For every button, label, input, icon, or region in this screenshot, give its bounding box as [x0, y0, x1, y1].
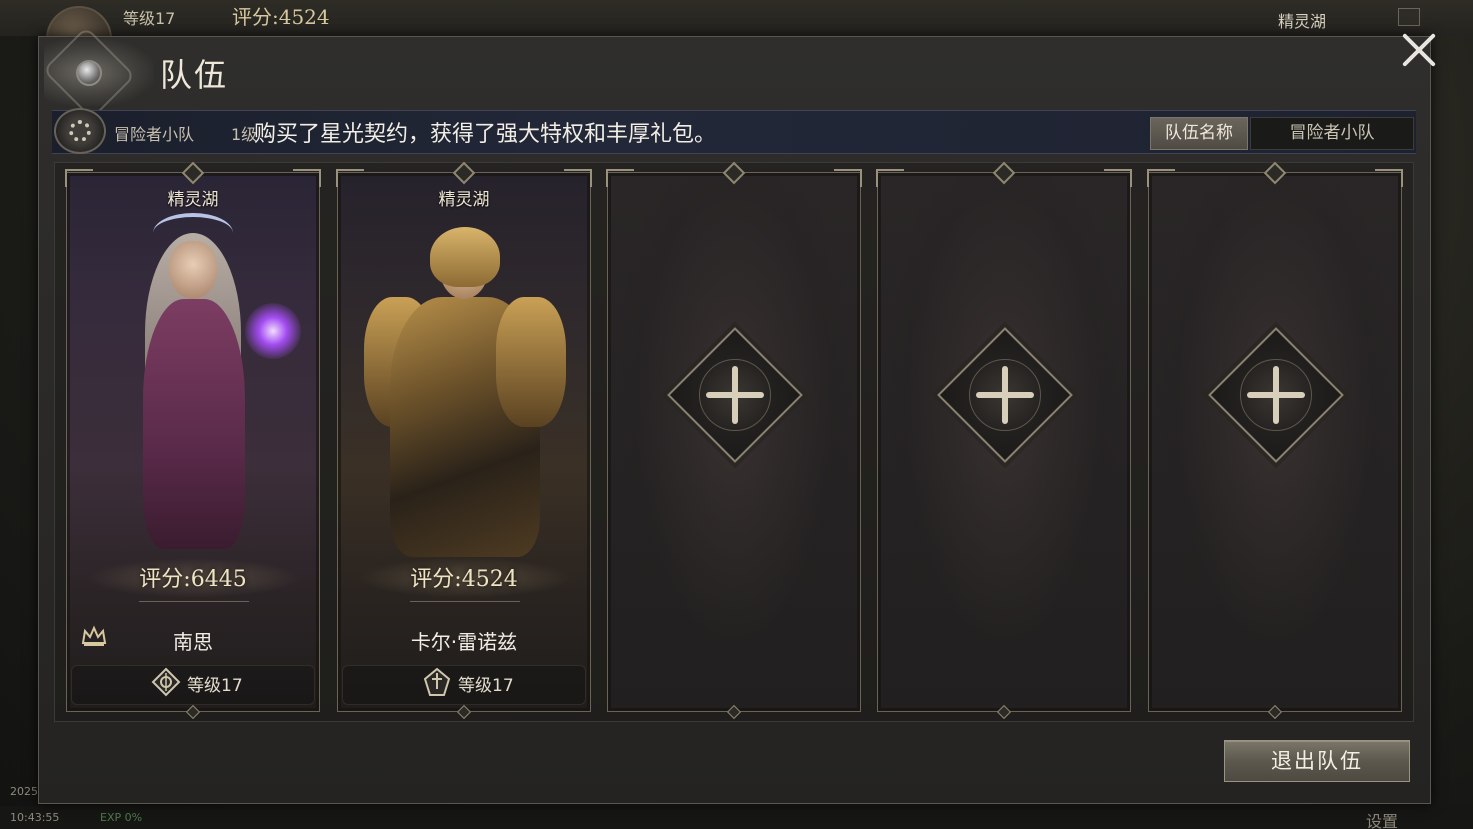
tab-team-name[interactable]: 队伍名称 [1150, 117, 1248, 150]
member-level: 等级17 [458, 676, 514, 696]
hud-top-bar [0, 0, 1473, 36]
hud-score: 评分:4524 [232, 5, 330, 29]
invite-member-button[interactable] [1208, 327, 1344, 463]
hud-exp: EXP 0% [100, 811, 143, 824]
invite-member-button[interactable] [937, 327, 1073, 463]
empty-member-slot[interactable] [876, 161, 1132, 720]
team-name-label: 冒险者小队 [114, 125, 195, 144]
member-name: 卡尔·雷诺兹 [410, 630, 518, 654]
card-divider [410, 601, 520, 605]
hud-bottom-bar [0, 806, 1473, 829]
mage-class-icon [151, 667, 181, 697]
warrior-class-icon [422, 667, 452, 697]
member-server: 精灵湖 [438, 190, 490, 210]
emblem-orb-icon [76, 60, 102, 86]
member-server: 精灵湖 [167, 190, 219, 210]
gear-icon[interactable] [54, 108, 106, 154]
member-portrait [97, 213, 301, 563]
empty-member-slot[interactable] [1147, 161, 1403, 720]
member-card[interactable]: 精灵湖 评分:4524 卡尔·雷诺兹 等级17 [336, 161, 592, 720]
member-card[interactable]: 精灵湖 评分:6445 南思 等级17 [65, 161, 321, 720]
invite-member-button[interactable] [667, 327, 803, 463]
member-score: 评分:6445 [139, 567, 247, 592]
announcement-marquee: 购买了星光契约，获得了强大特权和丰厚礼包。 [254, 122, 717, 147]
settings-button[interactable]: 设置 [1366, 808, 1398, 829]
hud-level: 等级17 [123, 9, 176, 28]
member-score: 评分:4524 [410, 567, 518, 592]
member-name: 南思 [173, 630, 213, 654]
minimize-button[interactable] [1398, 8, 1420, 26]
member-level: 等级17 [187, 676, 243, 696]
hud-clock: 10:43:55 [10, 811, 60, 824]
card-divider [139, 601, 249, 605]
hud-zone-name: 精灵湖 [1278, 12, 1327, 31]
member-portrait [364, 213, 566, 563]
empty-member-slot[interactable] [606, 161, 862, 720]
tab-team-name-value[interactable]: 冒险者小队 [1250, 117, 1414, 150]
close-icon[interactable] [1395, 26, 1443, 74]
hud-date: 2025 [10, 785, 38, 798]
leave-team-button[interactable]: 退出队伍 [1224, 740, 1410, 782]
panel-title: 队伍 [160, 56, 229, 94]
